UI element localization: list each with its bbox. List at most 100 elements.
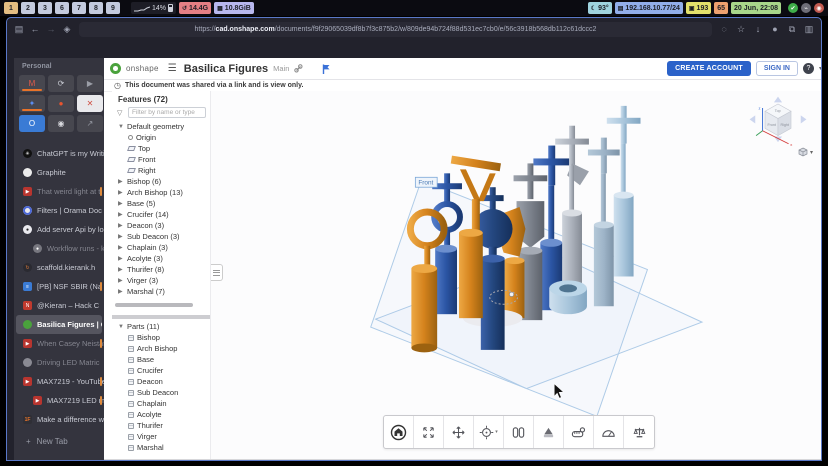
- browser-action-icon[interactable]: ●: [769, 24, 781, 34]
- browser-toolbar-icon[interactable]: ◈: [61, 24, 73, 35]
- part-item[interactable]: Sub Deacon: [112, 387, 210, 398]
- tree-group[interactable]: ▶ Deacon (3): [112, 220, 210, 231]
- speed-dial-tile[interactable]: ◉: [48, 115, 74, 132]
- tree-group[interactable]: ▶ Arch Bishop (13): [112, 187, 210, 198]
- tree-group-default-geometry[interactable]: ▼ Default geometry: [112, 121, 210, 132]
- measure-button[interactable]: [564, 416, 594, 448]
- tree-group[interactable]: ▶ Thurifer (8): [112, 264, 210, 275]
- rotate-right-icon[interactable]: [801, 115, 807, 123]
- browser-toolbar-icon[interactable]: ▤: [13, 24, 25, 35]
- sidebar-tab[interactable]: Graphite: [14, 163, 104, 182]
- sidebar-tab[interactable]: ▶ That weird light at t: [14, 182, 104, 201]
- chevron-right-icon[interactable]: ▶: [118, 288, 124, 295]
- pan-button[interactable]: [444, 416, 474, 448]
- sidebar-tab[interactable]: ▶ MAX7219 - YouTube: [14, 372, 104, 391]
- address-bar[interactable]: https://cad.onshape.com/documents/f9f290…: [79, 22, 712, 37]
- part-item[interactable]: Virger: [112, 431, 210, 442]
- chevron-right-icon[interactable]: ▶: [118, 277, 124, 284]
- sidebar-tab[interactable]: ▶ MAX7219 LED mu: [14, 391, 104, 410]
- follow-flag-icon[interactable]: [322, 64, 331, 74]
- workspace-button[interactable]: 3: [38, 2, 52, 14]
- orbit-button[interactable]: ▾: [474, 416, 504, 448]
- model-figure-donut[interactable]: [549, 280, 587, 314]
- protractor-button[interactable]: [594, 416, 624, 448]
- speed-dial-tile[interactable]: ↗: [77, 115, 103, 132]
- workspace-button[interactable]: 2: [21, 2, 35, 14]
- part-item[interactable]: Crucifer: [112, 365, 210, 376]
- sign-in-button[interactable]: SIGN IN: [756, 61, 798, 76]
- workspace-button[interactable]: 6: [55, 2, 69, 14]
- tree-group[interactable]: ▶ Bishop (6): [112, 176, 210, 187]
- chevron-right-icon[interactable]: ▶: [118, 222, 124, 229]
- browser-action-icon[interactable]: ▥: [803, 24, 815, 35]
- tree-group[interactable]: ▶ Acolyte (3): [112, 253, 210, 264]
- tree-group[interactable]: ▶ Chaplain (3): [112, 242, 210, 253]
- tree-group[interactable]: ▶ Base (5): [112, 198, 210, 209]
- chevron-right-icon[interactable]: ▶: [118, 233, 124, 240]
- speed-dial-tile[interactable]: ●: [48, 95, 74, 112]
- zoom-to-fit-button[interactable]: [414, 416, 444, 448]
- browser-toolbar-icon[interactable]: ←: [29, 24, 41, 35]
- chevron-right-icon[interactable]: ▶: [118, 178, 124, 185]
- part-item[interactable]: Base: [112, 354, 210, 365]
- sidebar-tab[interactable]: ✳ ChatGPT is my Writi: [14, 144, 104, 163]
- hamburger-menu-icon[interactable]: ☰: [168, 63, 177, 74]
- sidebar-tab[interactable]: ≡ [PB] NSF SBIR (Na: [14, 277, 104, 296]
- part-item[interactable]: Acolyte: [112, 409, 210, 420]
- create-account-button[interactable]: CREATE ACCOUNT: [667, 61, 751, 76]
- tab-manager-icon[interactable]: ⊞: [104, 460, 120, 461]
- chevron-right-icon[interactable]: ▶: [118, 266, 124, 273]
- feature-panel-toggle[interactable]: [211, 264, 223, 281]
- browser-action-icon[interactable]: ↓: [752, 24, 764, 34]
- part-item[interactable]: Thurifer: [112, 420, 210, 431]
- graphics-viewport[interactable]: Front Top Front Right z x: [211, 91, 822, 459]
- 3d-scene-canvas[interactable]: Front: [211, 91, 822, 459]
- workspace-button[interactable]: 8: [89, 2, 103, 14]
- speed-dial-tile[interactable]: O: [19, 115, 45, 132]
- browser-action-icon[interactable]: ◌: [718, 24, 730, 34]
- mass-properties-button[interactable]: [624, 416, 654, 448]
- view-options-button[interactable]: ▾: [798, 147, 813, 157]
- sidebar-tab[interactable]: Filters | Orama Doc: [14, 201, 104, 220]
- sidebar-tab[interactable]: ● Workflow runs - k: [14, 239, 104, 258]
- share-link-icon[interactable]: [294, 64, 303, 73]
- horizontal-scrollbar[interactable]: [115, 303, 193, 307]
- sidebar-tab[interactable]: N @Kieran – Hack C: [14, 296, 104, 315]
- tray-icon[interactable]: ◉: [814, 3, 824, 13]
- sidebar-tab[interactable]: ↻ scaffold.kierank.h: [14, 258, 104, 277]
- sidebar-tab[interactable]: ● Add server Api by lo: [14, 220, 104, 239]
- tree-group[interactable]: ▶ Crucifer (14): [112, 209, 210, 220]
- tree-group[interactable]: ▶ Marshal (7): [112, 286, 210, 297]
- speed-dial-tile[interactable]: ✦: [19, 95, 45, 112]
- chevron-right-icon[interactable]: ▶: [118, 255, 124, 262]
- speed-dial-tile[interactable]: ⟳: [48, 75, 74, 92]
- workspace-branch[interactable]: Main: [273, 64, 289, 73]
- tree-group-parts[interactable]: ▼ Parts (11): [112, 321, 210, 332]
- speed-dial-tile[interactable]: ▶: [77, 75, 103, 92]
- workspace-button[interactable]: 9: [106, 2, 120, 14]
- sidebar-tab[interactable]: ▶ When Casey Neistat: [14, 334, 104, 353]
- workspace-button[interactable]: 7: [72, 2, 86, 14]
- speed-dial-tile[interactable]: M: [19, 75, 45, 92]
- chevron-right-icon[interactable]: ▶: [118, 189, 124, 196]
- tray-icon[interactable]: ⌁: [801, 3, 811, 13]
- onshape-logo-icon[interactable]: [110, 63, 121, 74]
- chevron-down-icon[interactable]: ▼: [118, 124, 124, 130]
- chevron-right-icon[interactable]: ▶: [118, 200, 124, 207]
- browser-action-icon[interactable]: ⧉: [786, 24, 798, 35]
- chevron-right-icon[interactable]: ▶: [118, 244, 124, 251]
- rotate-up-icon[interactable]: [774, 97, 782, 103]
- section-view-button[interactable]: [504, 416, 534, 448]
- part-studio-tab[interactable]: Basilica Models: [120, 460, 197, 461]
- sidebar-tab[interactable]: 1F Make a difference w: [14, 410, 104, 429]
- rotate-left-icon[interactable]: [750, 115, 756, 123]
- view-cube[interactable]: Top Front Right z x: [737, 95, 819, 147]
- part-item[interactable]: Deacon: [112, 376, 210, 387]
- speed-dial-tile[interactable]: ✕: [77, 95, 103, 112]
- sidebar-tab[interactable]: Driving LED Matric: [14, 353, 104, 372]
- chevron-down-icon[interactable]: ▼: [118, 324, 124, 330]
- sidebar-tab[interactable]: Basilica Figures | O: [16, 315, 102, 334]
- chevron-right-icon[interactable]: ▶: [118, 211, 124, 218]
- tree-item[interactable]: Right: [112, 165, 210, 176]
- part-item[interactable]: Marshal: [112, 442, 210, 453]
